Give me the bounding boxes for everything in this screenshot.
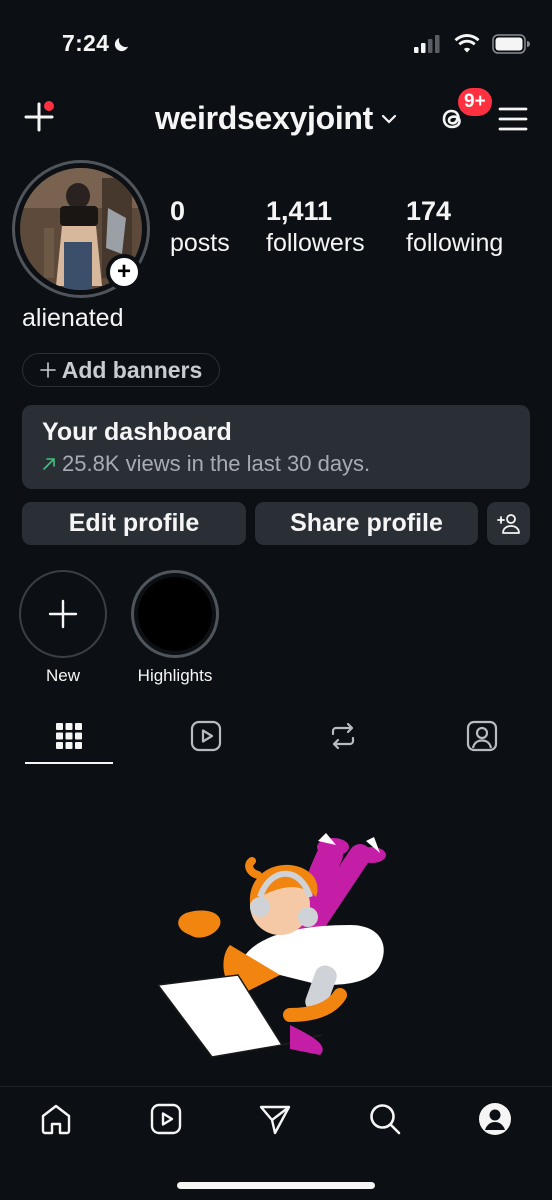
username: weirdsexyjoint: [154, 100, 374, 136]
trend-up-icon: [43, 458, 55, 470]
battery-icon: [492, 34, 530, 54]
moon-icon: [115, 37, 129, 51]
plus-icon: [48, 599, 78, 629]
signal-icon: [414, 35, 440, 53]
home-indicator[interactable]: [177, 1182, 375, 1189]
stat-following[interactable]: 174 following: [406, 196, 503, 258]
empty-state-illustration: [156, 833, 386, 1058]
status-time: 7:24: [62, 30, 131, 57]
profile-name: alienated: [22, 304, 124, 332]
search-icon[interactable]: [368, 1102, 402, 1136]
threads-badge: 9+: [458, 88, 492, 116]
dashboard-views-text: 25.8K views in the last 30 days.: [62, 451, 371, 476]
home-icon[interactable]: [39, 1102, 73, 1136]
posts-label: posts: [170, 229, 230, 257]
following-label: following: [406, 229, 504, 257]
tagged-icon[interactable]: [466, 720, 498, 752]
add-banners-button[interactable]: Add banners: [22, 353, 220, 387]
dashboard-subtitle: 25.8K views in the last 30 days.: [42, 451, 510, 477]
highlight-cover: [138, 577, 212, 651]
following-count: 174: [406, 196, 452, 226]
stat-posts[interactable]: 0 posts: [170, 196, 230, 258]
dashboard-card[interactable]: Your dashboard 25.8K views in the last 3…: [22, 405, 530, 489]
active-tab-indicator: [25, 762, 113, 764]
stat-followers[interactable]: 1,411 followers: [266, 196, 365, 258]
posts-count: 0: [170, 196, 186, 226]
plus-icon: [39, 362, 56, 378]
add-story-button[interactable]: +: [106, 254, 142, 290]
reels-tab-icon[interactable]: [190, 720, 222, 752]
highlight-label: New: [45, 666, 80, 685]
menu-icon[interactable]: [498, 106, 528, 132]
edit-profile-button[interactable]: Edit profile: [22, 502, 246, 545]
direct-icon[interactable]: [258, 1102, 292, 1136]
followers-label: followers: [266, 229, 365, 257]
highlight-circle: [131, 570, 219, 658]
reposts-icon[interactable]: [327, 720, 359, 752]
dashboard-title: Your dashboard: [42, 418, 232, 446]
highlight-new[interactable]: New: [19, 570, 107, 686]
followers-count: 1,411: [266, 196, 333, 226]
highlight-item[interactable]: Highlights: [131, 570, 219, 686]
new-highlight-circle: [19, 570, 107, 658]
edit-profile-label: Edit profile: [68, 509, 200, 537]
grid-icon[interactable]: [53, 720, 85, 752]
chevron-down-icon: [381, 114, 397, 124]
profile-icon[interactable]: [478, 1102, 512, 1136]
discover-people-button[interactable]: [487, 502, 530, 545]
status-indicators: [414, 34, 530, 54]
add-person-icon: [496, 513, 520, 534]
add-banners-label: Add banners: [61, 356, 203, 383]
wifi-icon: [454, 34, 480, 53]
share-profile-label: Share profile: [290, 509, 443, 537]
share-profile-button[interactable]: Share profile: [255, 502, 478, 545]
highlight-label: Highlights: [137, 666, 213, 685]
reels-icon[interactable]: [149, 1102, 183, 1136]
